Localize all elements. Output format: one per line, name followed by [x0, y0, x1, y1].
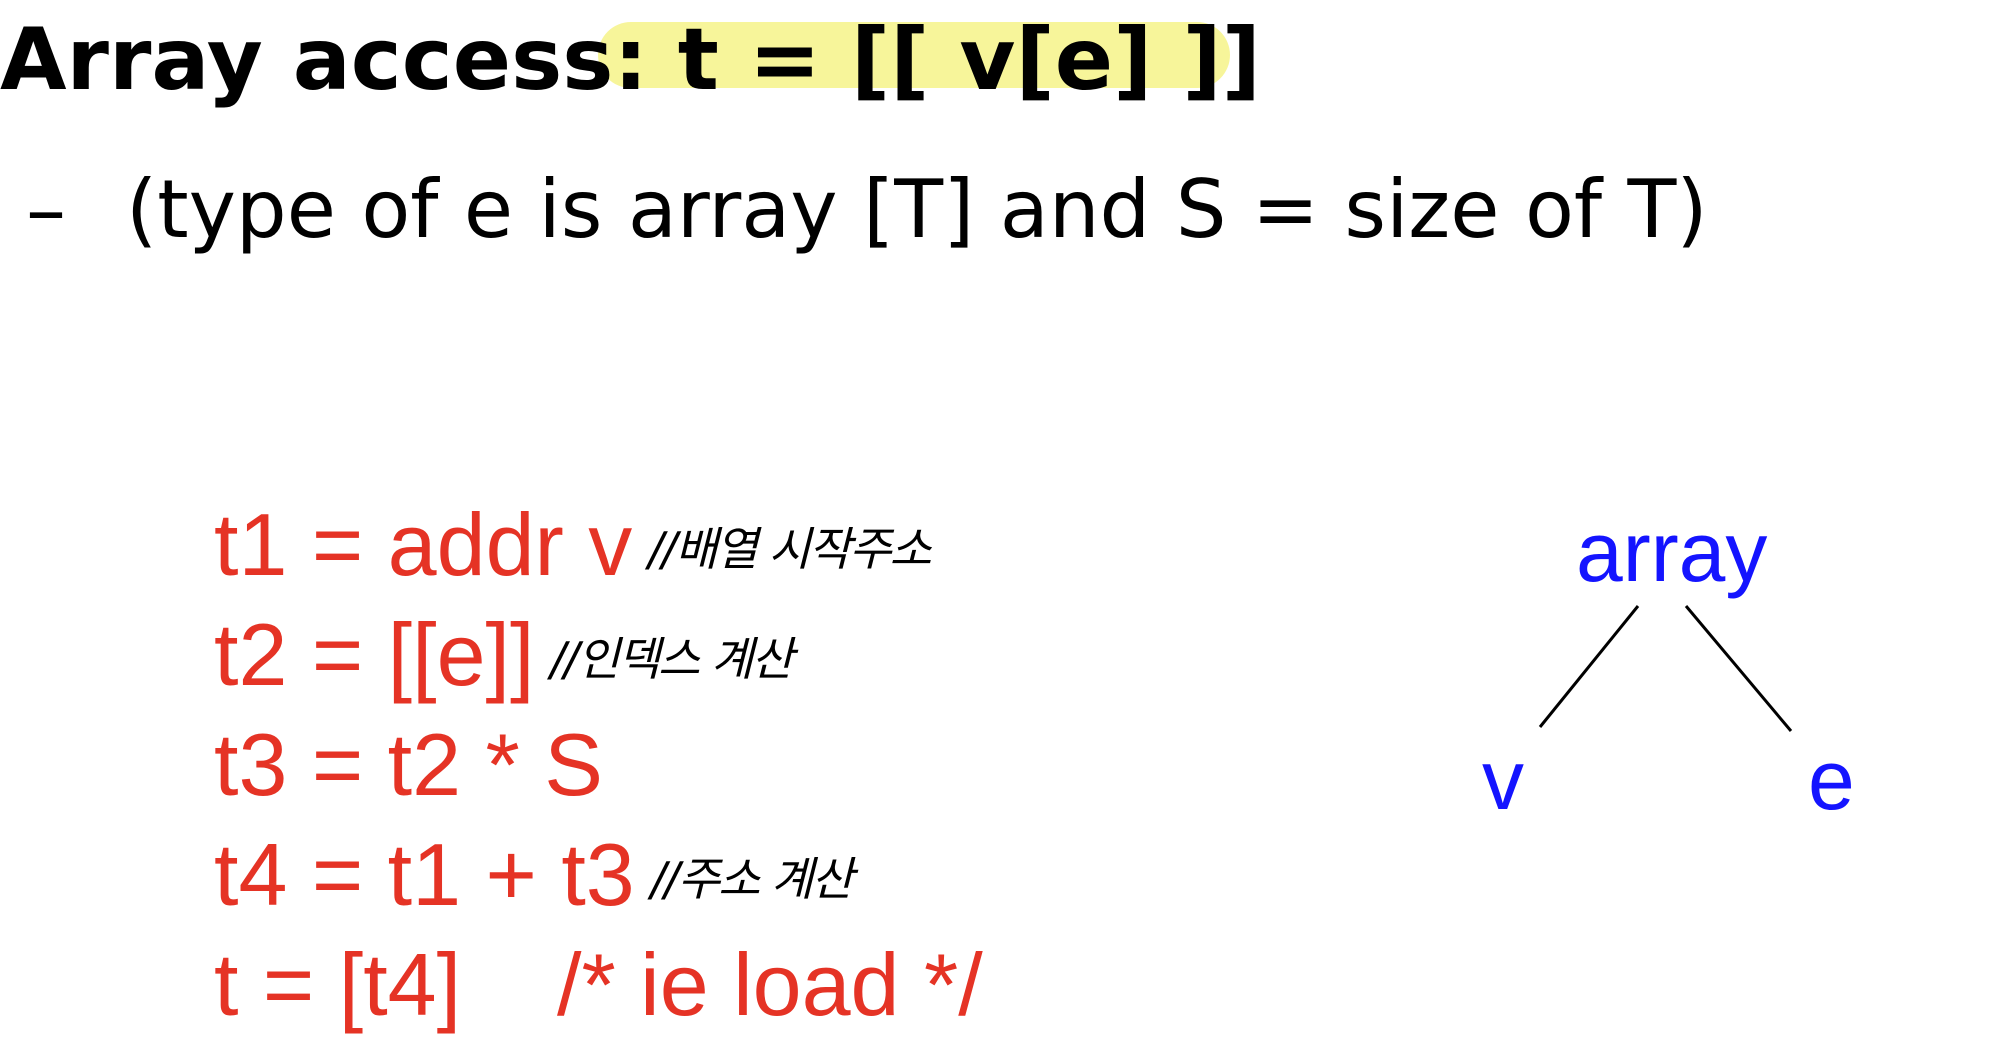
code-line: t = [t4] /* ie load */: [214, 930, 983, 1040]
subtitle-text: (type of e is array [T] and S = size of …: [126, 163, 1708, 256]
tree-node-left: v: [1482, 733, 1524, 827]
handwritten-note: //인덱스 계산: [550, 632, 793, 686]
tree-edge-right: [1684, 605, 1793, 732]
bullet-dash: –: [26, 163, 66, 256]
code-line: t3 = t2 * S: [214, 710, 983, 820]
code-block: t1 = addr v//배열 시작주소 t2 = [[e]]//인덱스 계산 …: [214, 490, 983, 1040]
code-comment: /* ie load */: [557, 935, 983, 1034]
syntax-tree: array v e: [1440, 490, 1880, 830]
handwritten-note: //주소 계산: [650, 852, 854, 906]
code-text: t1 = addr v: [214, 495, 633, 594]
tree-node-right: e: [1808, 733, 1855, 827]
tree-node-root: array: [1576, 505, 1768, 599]
slide-title: Array access: t = [[ v[e] ]]: [0, 0, 1261, 120]
code-line: t2 = [[e]] //인덱스 계산: [214, 600, 983, 710]
slide-subtitle: – (type of e is array [T] and S = size of…: [26, 160, 1708, 260]
code-line: t4 = t1 + t3 //주소 계산: [214, 820, 983, 930]
handwritten-note: //배열 시작주소: [648, 522, 932, 576]
code-text: t3 = t2 * S: [214, 715, 603, 814]
code-text: t2 = [[e]]: [214, 605, 535, 704]
code-line: t1 = addr v //배열 시작주소: [214, 490, 983, 600]
title-code: t = [[ v[e] ]]: [677, 10, 1261, 110]
code-text: t4 = t1 + t3: [214, 825, 635, 924]
tree-edge-left: [1538, 605, 1640, 728]
title-prefix: Array access:: [0, 10, 678, 110]
code-text: t = [t4]: [214, 935, 462, 1034]
